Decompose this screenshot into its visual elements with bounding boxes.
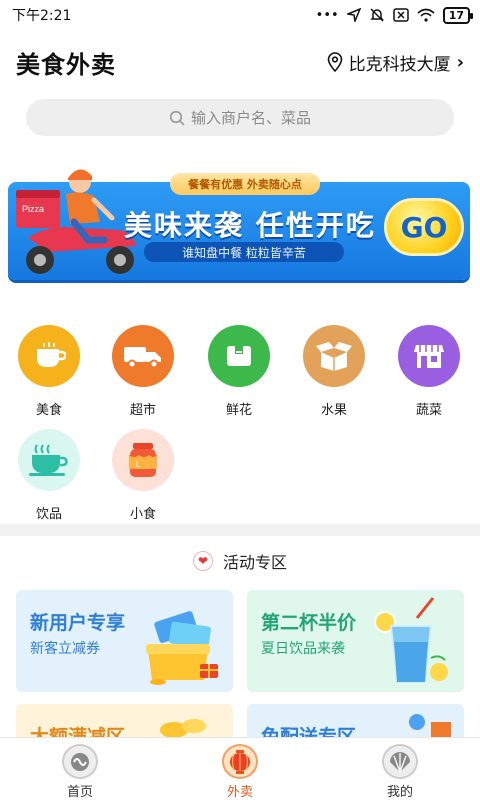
nav-label: 我的: [386, 785, 413, 800]
battery-icon: 17: [442, 6, 474, 24]
svg-text:L: L: [136, 460, 141, 469]
truck-icon: [124, 347, 161, 369]
banner-title: 美味来袭 任性开吃: [124, 209, 376, 242]
category-label: 饮品: [35, 507, 62, 522]
card-subtitle: 新客立减券: [30, 641, 100, 657]
nav-label: 首页: [66, 785, 93, 800]
coffee-cup-icon: [37, 342, 66, 367]
page-title: 美食外卖: [16, 50, 116, 79]
banner-tag: 餐餐有优惠 外卖随心点: [170, 173, 320, 195]
category-icon-bg: [303, 325, 365, 387]
activity-title: 活动专区: [222, 553, 287, 572]
category-icon-bg: [18, 429, 80, 491]
promo-banner[interactable]: Pizza 餐餐有优惠 外卖随心点 美味来袭 任性开吃 谁知盘中餐 粒粒皆辛苦 …: [8, 160, 470, 286]
activity-card-new-user[interactable]: 新用户专享 新客立减券: [16, 590, 233, 692]
search-icon: [169, 110, 185, 126]
card-title: 新用户专享: [30, 612, 126, 634]
location-arrow-icon: [346, 8, 361, 22]
category-label: 超市: [129, 403, 156, 418]
box-label: Pizza: [22, 204, 44, 214]
category-label: 水果: [320, 403, 347, 418]
activity-header: ❤ 活动专区: [0, 548, 480, 574]
bottom-nav: 首页 外卖 我的: [0, 737, 480, 800]
category-vegetables[interactable]: 蔬菜: [394, 325, 464, 418]
category-flowers[interactable]: 鲜花: [204, 325, 274, 418]
lantern-icon: [222, 744, 258, 779]
category-icon-bg: L: [112, 429, 174, 491]
category-label: 鲜花: [225, 403, 252, 418]
category-icon-bg: [398, 325, 460, 387]
home-icon: [62, 744, 98, 779]
fan-icon: [382, 744, 418, 779]
mute-bell-icon: [369, 8, 384, 22]
category-label: 蔬菜: [415, 403, 442, 418]
box-icon: [227, 346, 251, 366]
category-label: 美食: [35, 403, 62, 418]
category-icon-bg: [18, 325, 80, 387]
open-box-icon: [316, 342, 352, 371]
sim-off-icon: [392, 8, 409, 22]
nav-profile[interactable]: 我的: [320, 738, 480, 800]
status-icons: ••• 17: [315, 6, 474, 24]
nav-takeout[interactable]: 外卖: [160, 738, 320, 800]
category-supermarket[interactable]: 超市: [108, 325, 178, 418]
category-label: 小食: [129, 507, 156, 522]
tea-cup-icon: [29, 444, 68, 476]
category-drinks[interactable]: 饮品: [14, 429, 84, 522]
nav-label: 外卖: [226, 785, 253, 800]
search-input[interactable]: 输入商户名、菜品: [26, 99, 454, 136]
chevron-right-icon: ›: [456, 51, 464, 73]
card-title: 第二杯半价: [261, 612, 357, 634]
category-snacks[interactable]: L 小食: [108, 429, 178, 522]
map-pin-icon: [327, 52, 342, 72]
coupon-gift-icon: [146, 611, 218, 685]
location-label: 比克科技大厦: [348, 54, 451, 75]
category-icon-bg: [208, 325, 270, 387]
status-time: 下午2:21: [12, 8, 72, 24]
category-food[interactable]: 美食: [14, 325, 84, 418]
category-icon-bg: [112, 325, 174, 387]
wifi-icon: [417, 8, 435, 22]
status-bar: 下午2:21 ••• 17: [0, 0, 480, 30]
category-fruit[interactable]: 水果: [299, 325, 369, 418]
search-placeholder: 输入商户名、菜品: [190, 109, 311, 127]
banner-subtitle: 谁知盘中餐 粒粒皆辛苦: [144, 242, 344, 262]
store-icon: [414, 345, 444, 368]
card-subtitle: 夏日饮品来袭: [261, 641, 345, 657]
nav-home[interactable]: 首页: [0, 738, 160, 800]
drink-glass-icon: [374, 597, 448, 683]
header: 美食外卖 比克科技大厦 ›: [0, 40, 480, 84]
more-dots-icon: •••: [315, 7, 339, 23]
section-divider: [0, 524, 480, 536]
jar-icon: L: [129, 443, 157, 477]
location-selector[interactable]: 比克科技大厦 ›: [327, 50, 464, 75]
heart-icon: ❤: [192, 551, 213, 571]
go-button[interactable]: GO: [384, 198, 464, 256]
activity-card-second-cup[interactable]: 第二杯半价 夏日饮品来袭: [247, 590, 464, 692]
